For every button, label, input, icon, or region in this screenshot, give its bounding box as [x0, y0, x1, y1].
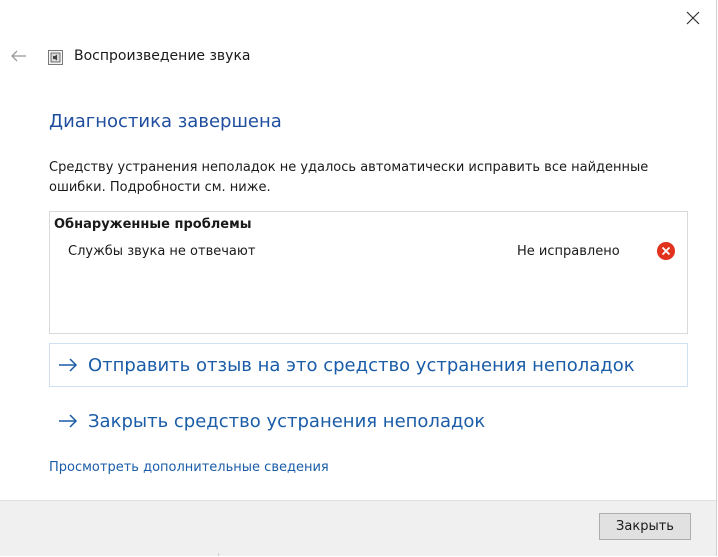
page-description: Средству устранения неполадок не удалось… — [49, 160, 649, 195]
problem-name: Службы звука не отвечают — [68, 244, 256, 259]
arrow-right-icon — [58, 357, 78, 373]
arrow-right-icon — [58, 413, 78, 429]
close-troubleshooter-link[interactable]: Закрыть средство устранения неполадок — [49, 399, 688, 443]
footer-bar: Закрыть — [0, 500, 716, 556]
close-troubleshooter-label: Закрыть средство устранения неполадок — [88, 411, 486, 432]
problems-panel: Обнаруженные проблемы Службы звука не от… — [49, 211, 688, 334]
speaker-app-icon — [48, 50, 63, 65]
close-icon[interactable] — [684, 9, 702, 27]
footer-divider — [218, 553, 219, 556]
send-feedback-link[interactable]: Отправить отзыв на это средство устранен… — [49, 343, 688, 387]
problem-status: Не исправлено — [517, 244, 620, 259]
page-heading: Диагностика завершена — [49, 111, 282, 132]
more-info-link[interactable]: Просмотреть дополнительные сведения — [49, 460, 329, 475]
send-feedback-label: Отправить отзыв на это средство устранен… — [88, 355, 635, 376]
problem-row: Службы звука не отвечают Не исправлено — [50, 240, 687, 264]
window-title: Воспроизведение звука — [74, 48, 251, 64]
back-arrow-icon[interactable] — [10, 48, 28, 64]
close-button[interactable]: Закрыть — [599, 513, 691, 540]
problems-header: Обнаруженные проблемы — [54, 217, 252, 232]
error-icon — [656, 241, 676, 261]
troubleshooter-window: Воспроизведение звука Диагностика заверш… — [0, 0, 717, 556]
title-bar: Воспроизведение звука — [0, 44, 716, 72]
